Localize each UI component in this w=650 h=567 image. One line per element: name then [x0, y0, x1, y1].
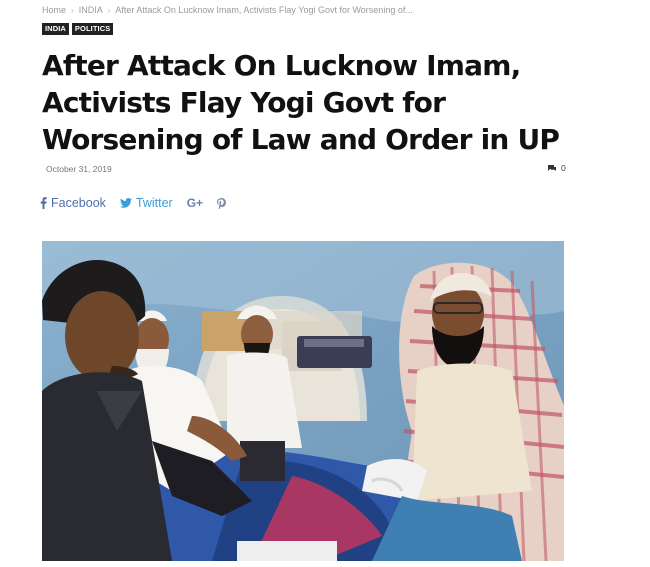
twitter-share-button[interactable]: Twitter [119, 196, 173, 210]
breadcrumb-category-link[interactable]: INDIA [79, 5, 103, 15]
google-plus-icon: G+ [186, 196, 204, 210]
share-bar: Facebook Twitter G+ [40, 196, 227, 210]
facebook-share-button[interactable]: Facebook [40, 196, 106, 210]
breadcrumb-home-link[interactable]: Home [42, 5, 66, 15]
breadcrumb-separator-icon: › [107, 5, 111, 15]
twitter-share-label: Twitter [135, 196, 173, 210]
pinterest-icon [217, 197, 227, 209]
facebook-icon [40, 197, 47, 209]
category-tag-politics[interactable]: POLITICS [71, 23, 114, 35]
breadcrumb-current: After Attack On Lucknow Imam, Activists … [115, 5, 413, 15]
article-date: October 31, 2019 [46, 164, 112, 174]
photo-illustration [42, 241, 564, 561]
facebook-share-label: Facebook [51, 196, 106, 210]
comment-count[interactable]: 0 [547, 163, 566, 173]
breadcrumb-separator-icon: › [71, 5, 74, 15]
category-tags: INDIA POLITICS [42, 23, 114, 35]
comment-count-value: 0 [561, 163, 566, 173]
article-title: After Attack On Lucknow Imam, Activists … [42, 49, 560, 156]
breadcrumb: Home › INDIA › After Attack On Lucknow I… [42, 3, 413, 17]
comment-icon [548, 164, 556, 171]
pinterest-share-button[interactable] [217, 197, 227, 209]
twitter-icon [119, 198, 132, 208]
category-tag-india[interactable]: INDIA [42, 23, 69, 35]
article-featured-image [42, 241, 564, 561]
google-plus-share-button[interactable]: G+ [187, 196, 203, 210]
